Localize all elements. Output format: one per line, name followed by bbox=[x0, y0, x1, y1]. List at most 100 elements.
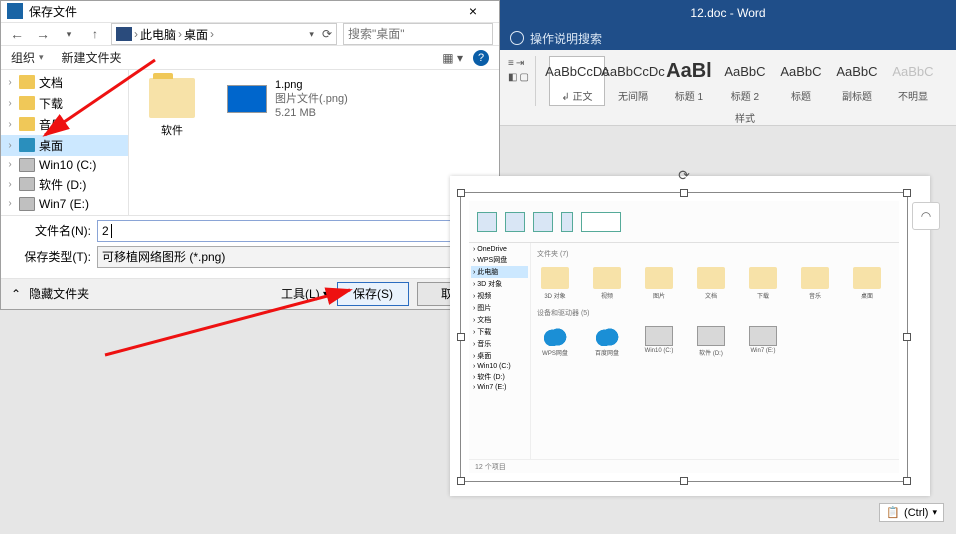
indent-icon[interactable]: ⇥ bbox=[516, 58, 524, 69]
forward-button[interactable]: → bbox=[33, 26, 53, 42]
document-area: ◠ ⟳ › OneDrive› WPS网盘› 此电脑› 3D 对象› 视频› 图… bbox=[500, 126, 956, 534]
inner-item: Win10 (C:) bbox=[641, 326, 677, 357]
inner-tree-item: › Win7 (E:) bbox=[471, 383, 528, 392]
resize-handle[interactable] bbox=[457, 477, 465, 485]
new-folder-button[interactable]: 新建文件夹 bbox=[62, 49, 122, 66]
nav-row: ← → ▾ ↑ › 此电脑 › 桌面 › ▾ ⟳ bbox=[1, 23, 499, 46]
save-button[interactable]: 保存(S) bbox=[337, 282, 409, 306]
resize-handle[interactable] bbox=[457, 333, 465, 341]
style-无间隔[interactable]: AaBbCcDc无间隔 bbox=[605, 56, 661, 106]
folder-name: 软件 bbox=[161, 122, 183, 138]
chevron-right-icon: › bbox=[134, 27, 138, 41]
border-icon[interactable]: ▢ bbox=[519, 72, 528, 83]
inner-section-label: 文件夹 (7) bbox=[537, 249, 893, 259]
inner-tree-item: › 下载 bbox=[471, 326, 528, 338]
dropdown-icon: ▾ bbox=[932, 507, 937, 518]
tell-me-label: 操作说明搜索 bbox=[530, 30, 602, 47]
pc-icon bbox=[116, 27, 132, 41]
tree-item-桌面[interactable]: ›桌面 bbox=[1, 135, 128, 156]
style-标题 2[interactable]: AaBbC标题 2 bbox=[717, 56, 773, 106]
resize-handle[interactable] bbox=[680, 477, 688, 485]
layout-options-button[interactable]: ◠ bbox=[912, 202, 940, 230]
inner-item: Win7 (E:) bbox=[745, 326, 781, 357]
resize-handle[interactable] bbox=[903, 333, 911, 341]
doc-title: 12.doc - Word bbox=[690, 6, 765, 20]
style-正文[interactable]: AaBbCcDc↲ 正文 bbox=[549, 56, 605, 106]
resize-handle[interactable] bbox=[457, 189, 465, 197]
ribbon: ≡⇥ ◧▢ AaBbCcDc↲ 正文AaBbCcDc无间隔AaBl标题 1AaB… bbox=[500, 50, 956, 126]
inner-tree-item: › 3D 对象 bbox=[471, 278, 528, 290]
file-meta: 1.png 图片文件(.png) 5.21 MB bbox=[275, 78, 348, 120]
chevron-right-icon: › bbox=[178, 27, 182, 41]
style-标题[interactable]: AaBbC标题 bbox=[773, 56, 829, 106]
shading-icon[interactable]: ◧ bbox=[508, 72, 517, 83]
desktop-icon bbox=[19, 138, 35, 152]
tree-item-软件 (D:)[interactable]: ›软件 (D:) bbox=[1, 174, 128, 195]
clipboard-icon: 📋 bbox=[886, 506, 900, 519]
help-button[interactable]: ? bbox=[473, 50, 489, 66]
drive-icon bbox=[19, 177, 35, 191]
inner-section-label: 设备和驱动器 (5) bbox=[537, 308, 893, 318]
tree-item-音乐[interactable]: ›音乐 bbox=[1, 114, 128, 135]
tell-me-bar[interactable]: 操作说明搜索 bbox=[500, 26, 956, 50]
inner-status: 12 个项目 bbox=[469, 459, 899, 473]
filename-input[interactable]: 2 bbox=[97, 220, 465, 242]
style-标题 1[interactable]: AaBl标题 1 bbox=[661, 56, 717, 106]
rotate-handle[interactable]: ⟳ bbox=[678, 167, 690, 184]
inner-item: 下载 bbox=[745, 267, 781, 300]
resize-handle[interactable] bbox=[680, 189, 688, 197]
style-副标题[interactable]: AaBbC副标题 bbox=[829, 56, 885, 106]
breadcrumb-dropdown[interactable]: ▾ bbox=[309, 29, 314, 40]
inner-tree-item: › Win10 (C:) bbox=[471, 362, 528, 371]
save-file-dialog: 保存文件 × ← → ▾ ↑ › 此电脑 › 桌面 › ▾ ⟳ 组织 ▾ 新建文… bbox=[0, 0, 500, 310]
style-不明显[interactable]: AaBbC不明显 bbox=[885, 56, 941, 106]
close-button[interactable]: × bbox=[453, 3, 493, 19]
embedded-screenshot: › OneDrive› WPS网盘› 此电脑› 3D 对象› 视频› 图片› 文… bbox=[469, 201, 899, 473]
inner-tree-item: › 文档 bbox=[471, 314, 528, 326]
search-input[interactable] bbox=[343, 23, 493, 45]
tree-item-Win7 (E:)[interactable]: ›Win7 (E:) bbox=[1, 195, 128, 213]
bulb-icon bbox=[510, 31, 524, 45]
organize-dropdown[interactable]: ▾ bbox=[39, 52, 44, 63]
inner-tree-item: › WPS网盘 bbox=[471, 254, 528, 266]
file-item[interactable]: 1.png 图片文件(.png) 5.21 MB bbox=[227, 78, 348, 120]
inner-item: 文档 bbox=[693, 267, 729, 300]
tools-menu[interactable]: 工具(L) ▾ bbox=[281, 285, 329, 302]
ctrl-label: (Ctrl) bbox=[904, 507, 928, 519]
resize-handle[interactable] bbox=[903, 189, 911, 197]
breadcrumb-loc[interactable]: 桌面 bbox=[184, 26, 208, 43]
tree-item-下载[interactable]: ›下载 bbox=[1, 93, 128, 114]
file-size: 5.21 MB bbox=[275, 106, 348, 120]
organize-button[interactable]: 组织 bbox=[11, 49, 35, 66]
inner-ribbon bbox=[469, 201, 899, 243]
app-icon bbox=[7, 3, 23, 19]
history-dropdown[interactable]: ▾ bbox=[59, 29, 79, 40]
up-button[interactable]: ↑ bbox=[85, 27, 105, 41]
hide-folders-label[interactable]: 隐藏文件夹 bbox=[29, 285, 89, 302]
styles-caption: 样式 bbox=[735, 110, 755, 125]
tree-item-Win10 (C:)[interactable]: ›Win10 (C:) bbox=[1, 156, 128, 174]
refresh-button[interactable]: ⟳ bbox=[322, 27, 332, 41]
inner-tree-item: › 图片 bbox=[471, 302, 528, 314]
list-icon[interactable]: ≡ bbox=[508, 58, 514, 69]
inner-item: WPS网盘 bbox=[537, 326, 573, 357]
text-cursor bbox=[111, 224, 112, 238]
word-title-bar: 12.doc - Word bbox=[500, 0, 956, 26]
selection-frame[interactable]: ⟳ › OneDrive› WPS网盘› 此电脑› 3D 对象› 视频› 图片›… bbox=[460, 192, 908, 482]
hide-folders-toggle[interactable]: ⌃ bbox=[11, 287, 21, 301]
back-button[interactable]: ← bbox=[7, 26, 27, 42]
inner-tree-item: › OneDrive bbox=[471, 245, 528, 254]
inner-item: 图片 bbox=[641, 267, 677, 300]
folder-icon bbox=[19, 96, 35, 110]
folder-icon bbox=[19, 75, 35, 89]
filename-value: 2 bbox=[102, 224, 109, 238]
resize-handle[interactable] bbox=[903, 477, 911, 485]
inner-tree-item: › 音乐 bbox=[471, 338, 528, 350]
view-options-icon[interactable]: ▦ ▾ bbox=[442, 51, 463, 65]
paste-options-popup[interactable]: 📋 (Ctrl) ▾ bbox=[879, 503, 944, 522]
breadcrumb-root[interactable]: 此电脑 bbox=[140, 26, 176, 43]
filetype-select[interactable]: 可移植网络图形 (*.png) bbox=[97, 246, 465, 268]
tree-item-文档[interactable]: ›文档 bbox=[1, 72, 128, 93]
breadcrumb[interactable]: › 此电脑 › 桌面 › ▾ ⟳ bbox=[111, 23, 337, 45]
folder-item[interactable]: 软件 bbox=[137, 78, 207, 138]
